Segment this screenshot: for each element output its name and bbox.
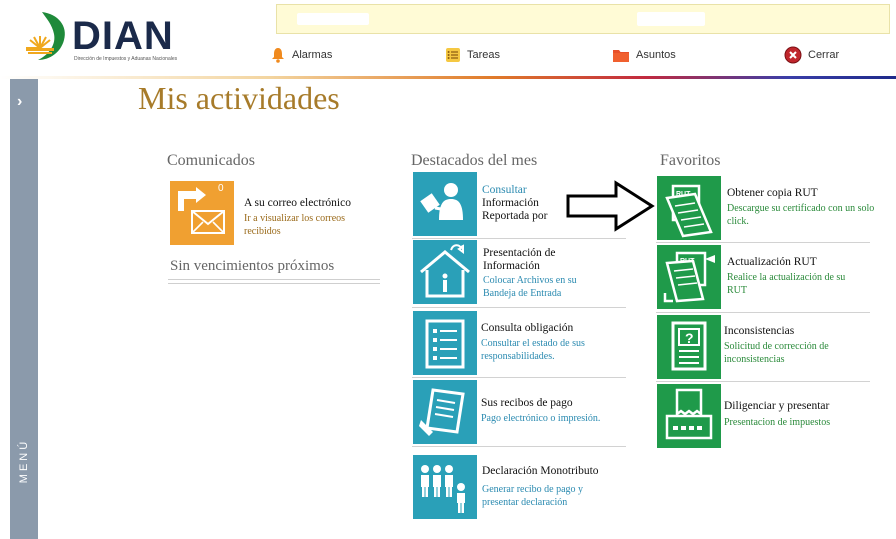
email-icon bbox=[178, 187, 225, 234]
receipt-pen-icon bbox=[419, 388, 465, 436]
tile-consultar-informacion[interactable] bbox=[413, 172, 477, 236]
nav-asuntos[interactable]: Asuntos bbox=[612, 44, 676, 66]
header-color-stripe bbox=[0, 76, 896, 79]
presentacion-link[interactable]: Colocar Archivos en su Bandeja de Entrad… bbox=[483, 275, 603, 300]
consultar-subtitle[interactable]: Información Reportada por terceros bbox=[482, 197, 572, 223]
nav-cerrar-label: Cerrar bbox=[808, 49, 840, 61]
obtener-copia-rut-link[interactable]: Descargue su certificado con un solo cli… bbox=[727, 203, 877, 228]
inconsistencias-title[interactable]: Inconsistencias bbox=[724, 325, 874, 338]
tile-inconsistencias[interactable]: ? bbox=[657, 315, 721, 379]
user-info-bar bbox=[276, 4, 890, 34]
question-document-icon: ? bbox=[671, 321, 707, 371]
recibos-pago-link[interactable]: Pago electrónico o impresión. bbox=[481, 413, 621, 426]
tile-actualizacion-rut[interactable]: RUT bbox=[657, 245, 721, 309]
email-count-badge: 0 bbox=[218, 183, 224, 194]
tile-email[interactable]: 0 bbox=[170, 181, 234, 245]
comunicados-divider bbox=[168, 279, 380, 284]
dian-sun-icon bbox=[26, 12, 65, 60]
favoritos-divider-2 bbox=[656, 312, 870, 313]
section-destacados-title: Destacados del mes bbox=[411, 152, 538, 169]
bell-icon bbox=[272, 48, 284, 63]
destacados-divider-4 bbox=[412, 446, 626, 447]
consultar-title[interactable]: Consultar bbox=[482, 184, 527, 197]
inconsistencias-link[interactable]: Solicitud de corrección de inconsistenci… bbox=[724, 341, 864, 366]
sidebar-menu-label[interactable]: MENÚ bbox=[10, 431, 38, 491]
close-circle-icon bbox=[784, 46, 802, 64]
form-list-icon bbox=[425, 319, 465, 369]
annotation-arrow-icon bbox=[566, 180, 655, 232]
tile-diligenciar-presentar[interactable] bbox=[657, 384, 721, 448]
tile-recibos-pago[interactable] bbox=[413, 380, 477, 444]
actualizacion-rut-link[interactable]: Realice la actualización de su RUT bbox=[727, 272, 867, 297]
obtener-copia-rut-title[interactable]: Obtener copia RUT bbox=[727, 187, 877, 200]
chevron-right-icon[interactable]: › bbox=[17, 93, 22, 111]
section-comunicados-title: Comunicados bbox=[167, 152, 255, 169]
tax-terminal-icon bbox=[665, 388, 713, 440]
person-document-icon bbox=[420, 183, 463, 220]
actualizacion-rut-title[interactable]: Actualización RUT bbox=[727, 256, 877, 269]
destacados-divider-2 bbox=[412, 307, 626, 308]
consulta-obligacion-title[interactable]: Consulta obligación bbox=[481, 322, 621, 335]
tile-presentacion-informacion[interactable] bbox=[413, 240, 477, 304]
destacados-divider-1 bbox=[412, 238, 626, 239]
section-favoritos-title: Favoritos bbox=[660, 152, 721, 169]
header: DIAN Dirección de Impuestos y Aduanas Na… bbox=[0, 0, 896, 76]
house-info-icon bbox=[420, 244, 470, 298]
consulta-obligacion-link[interactable]: Consultar el estado de sus responsabilid… bbox=[481, 338, 611, 363]
email-item-link[interactable]: Ir a visualizar los correos recibidos bbox=[244, 213, 374, 238]
nav-cerrar[interactable]: Cerrar bbox=[784, 44, 839, 66]
no-due-dates-text: Sin vencimientos próximos bbox=[170, 258, 335, 274]
task-list-icon bbox=[446, 48, 460, 62]
rut-copy-icon: RUT bbox=[665, 184, 713, 238]
favoritos-divider-3 bbox=[656, 381, 870, 382]
people-group-icon bbox=[421, 465, 465, 513]
favoritos-divider-1 bbox=[656, 242, 870, 243]
rut-update-icon: RUT bbox=[663, 251, 715, 303]
monotributo-title[interactable]: Declaración Monotributo bbox=[482, 465, 622, 478]
tile-consulta-obligacion[interactable] bbox=[413, 311, 477, 375]
tile-obtener-copia-rut[interactable]: RUT bbox=[657, 176, 721, 240]
email-item-title[interactable]: A su correo electrónico bbox=[244, 197, 374, 210]
diligenciar-link[interactable]: Presentacion de impuestos bbox=[724, 417, 874, 430]
nav-alarmas-label: Alarmas bbox=[292, 49, 333, 61]
dian-logo[interactable]: DIAN Dirección de Impuestos y Aduanas Na… bbox=[24, 10, 184, 66]
nav-tareas-label: Tareas bbox=[467, 49, 501, 61]
diligenciar-title[interactable]: Diligenciar y presentar bbox=[724, 400, 874, 413]
presentacion-title[interactable]: Presentación de Información bbox=[483, 247, 603, 273]
nav-alarmas[interactable]: Alarmas bbox=[270, 44, 332, 66]
svg-text:?: ? bbox=[685, 330, 694, 346]
destacados-divider-3 bbox=[412, 377, 626, 378]
monotributo-link[interactable]: Generar recibo de pago y presentar decla… bbox=[482, 484, 612, 509]
sidebar[interactable]: › MENÚ bbox=[10, 79, 38, 539]
folder-icon bbox=[613, 50, 629, 62]
logo-subtitle: Dirección de Impuestos y Aduanas Naciona… bbox=[74, 56, 178, 62]
user-id-field bbox=[637, 12, 705, 26]
nav-tareas[interactable]: Tareas bbox=[445, 44, 500, 66]
recibos-pago-title[interactable]: Sus recibos de pago bbox=[481, 397, 621, 410]
logo-name: DIAN bbox=[72, 14, 174, 58]
page-title: Mis actividades bbox=[138, 80, 340, 116]
user-name-field bbox=[297, 13, 369, 25]
tile-declaracion-monotributo[interactable] bbox=[413, 455, 477, 519]
nav-asuntos-label: Asuntos bbox=[636, 49, 676, 61]
